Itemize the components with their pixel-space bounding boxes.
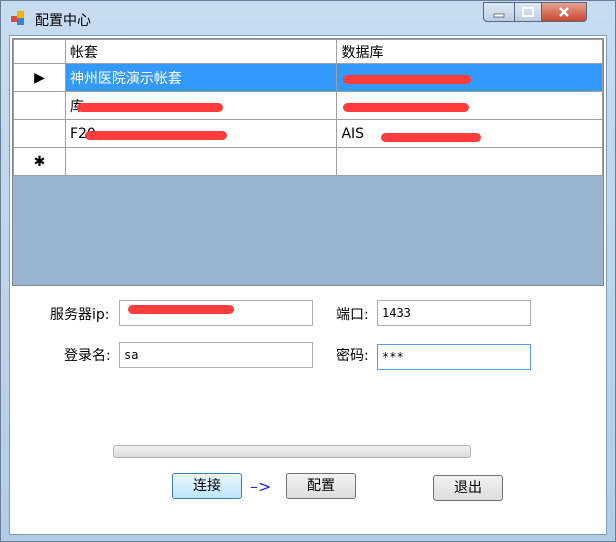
login-field[interactable]: sa — [119, 342, 313, 368]
window-title: 配置中心 — [35, 13, 91, 29]
connection-progress-bar — [113, 445, 471, 458]
password-label: 密码: — [336, 348, 369, 364]
cell-account[interactable] — [64, 147, 338, 176]
redaction-mark — [77, 103, 223, 112]
server-ip-label: 服务器ip: — [50, 307, 110, 323]
config-button[interactable]: 配置 — [286, 473, 356, 499]
arrow-label: –> — [250, 477, 272, 496]
row-header-corner — [13, 39, 66, 64]
cell-database[interactable] — [336, 147, 603, 176]
minimize-icon — [493, 13, 505, 18]
new-row[interactable]: ✱ — [13, 147, 603, 176]
port-label: 端口: — [336, 307, 369, 323]
account-grid[interactable]: 帐套 数据库 ▶ 神州医院演示帐套 库 F20 AIS — [12, 38, 604, 286]
row-indicator[interactable] — [13, 91, 66, 120]
table-row[interactable]: ▶ 神州医院演示帐套 — [13, 63, 603, 92]
client-area: 帐套 数据库 ▶ 神州医院演示帐套 库 F20 AIS — [9, 35, 607, 535]
redaction-mark — [343, 103, 469, 112]
login-label: 登录名: — [64, 348, 111, 364]
redaction-mark — [381, 133, 481, 142]
redaction-mark — [128, 305, 234, 314]
grid-header-row: 帐套 数据库 — [13, 39, 603, 64]
maximize-icon — [522, 7, 534, 17]
minimize-button[interactable] — [483, 2, 515, 22]
title-bar[interactable]: 配置中心 — [1, 1, 615, 35]
new-row-icon[interactable]: ✱ — [13, 147, 66, 176]
password-field[interactable]: *** — [377, 344, 531, 370]
close-icon — [559, 7, 569, 17]
app-icon — [11, 11, 24, 25]
redaction-mark — [343, 75, 471, 84]
redaction-mark — [85, 131, 227, 140]
connect-button[interactable]: 连接 — [172, 473, 242, 499]
cell-account[interactable]: 神州医院演示帐套 — [64, 63, 338, 92]
port-field[interactable]: 1433 — [377, 300, 531, 326]
config-window: 配置中心 帐套 数据库 ▶ 神州医院演示帐套 F20 AIS ✱ 服务器ip: … — [0, 0, 616, 542]
maximize-button[interactable] — [514, 2, 542, 22]
column-header-account[interactable]: 帐套 — [64, 39, 338, 64]
close-button[interactable] — [541, 2, 587, 22]
column-header-database[interactable]: 数据库 — [336, 39, 603, 64]
exit-button[interactable]: 退出 — [433, 475, 503, 501]
row-indicator[interactable] — [13, 119, 66, 148]
row-indicator[interactable]: ▶ — [13, 63, 66, 92]
